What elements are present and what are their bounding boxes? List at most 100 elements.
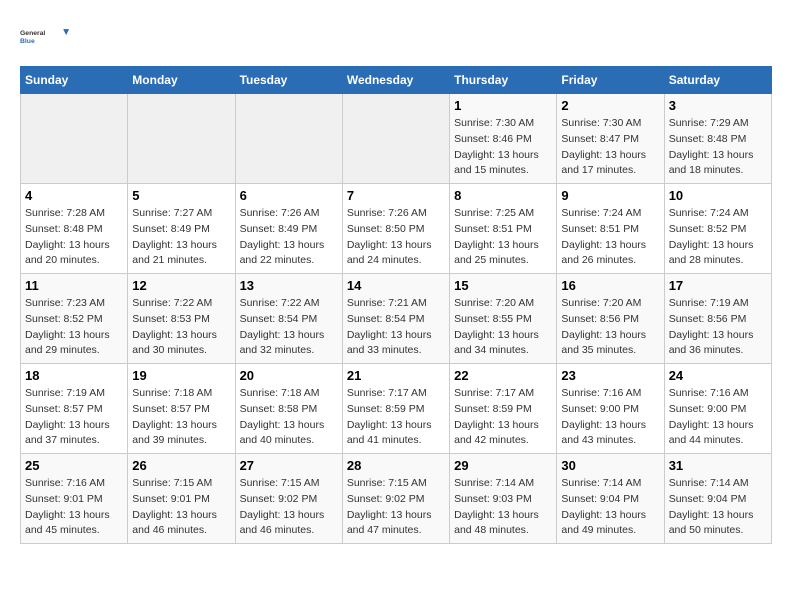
day-number: 26 <box>132 458 230 473</box>
calendar-cell: 25 Sunrise: 7:16 AMSunset: 9:01 PMDayligh… <box>21 454 128 544</box>
day-number: 8 <box>454 188 552 203</box>
day-number: 31 <box>669 458 767 473</box>
day-number: 19 <box>132 368 230 383</box>
day-info: Sunrise: 7:18 AMSunset: 8:58 PMDaylight:… <box>240 386 338 449</box>
day-info: Sunrise: 7:23 AMSunset: 8:52 PMDaylight:… <box>25 296 123 359</box>
day-number: 18 <box>25 368 123 383</box>
weekday-header: Sunday <box>21 67 128 94</box>
calendar-cell: 8 Sunrise: 7:25 AMSunset: 8:51 PMDaylight… <box>450 184 557 274</box>
calendar-cell: 5Sunrise: 7:27 AMSunset: 8:49 PMDaylight… <box>128 184 235 274</box>
day-number: 20 <box>240 368 338 383</box>
day-info: Sunrise: 7:16 AMSunset: 9:00 PMDaylight:… <box>669 386 767 449</box>
day-number: 9 <box>561 188 659 203</box>
calendar-cell: 28 Sunrise: 7:15 AMSunset: 9:02 PMDayligh… <box>342 454 449 544</box>
day-number: 27 <box>240 458 338 473</box>
calendar-cell: 10 Sunrise: 7:24 AMSunset: 8:52 PMDayligh… <box>664 184 771 274</box>
calendar-cell <box>128 94 235 184</box>
day-number: 23 <box>561 368 659 383</box>
calendar-cell: 3 Sunrise: 7:29 AMSunset: 8:48 PMDaylight… <box>664 94 771 184</box>
day-info: Sunrise: 7:29 AMSunset: 8:48 PMDaylight:… <box>669 116 767 179</box>
calendar-cell: 24Sunrise: 7:16 AMSunset: 9:00 PMDayligh… <box>664 364 771 454</box>
day-info: Sunrise: 7:14 AMSunset: 9:04 PMDaylight:… <box>561 476 659 539</box>
calendar-cell: 27 Sunrise: 7:15 AMSunset: 9:02 PMDayligh… <box>235 454 342 544</box>
calendar-week-row: 4 Sunrise: 7:28 AMSunset: 8:48 PMDaylight… <box>21 184 772 274</box>
calendar-cell: 31Sunrise: 7:14 AMSunset: 9:04 PMDayligh… <box>664 454 771 544</box>
day-number: 25 <box>25 458 123 473</box>
weekday-header: Friday <box>557 67 664 94</box>
day-info: Sunrise: 7:16 AMSunset: 9:00 PMDaylight:… <box>561 386 659 449</box>
calendar-cell: 19 Sunrise: 7:18 AMSunset: 8:57 PMDayligh… <box>128 364 235 454</box>
day-info: Sunrise: 7:20 AMSunset: 8:56 PMDaylight:… <box>561 296 659 359</box>
svg-text:General: General <box>20 30 45 37</box>
day-number: 29 <box>454 458 552 473</box>
day-number: 7 <box>347 188 445 203</box>
day-number: 13 <box>240 278 338 293</box>
calendar-cell: 7Sunrise: 7:26 AMSunset: 8:50 PMDaylight… <box>342 184 449 274</box>
calendar-cell: 11 Sunrise: 7:23 AMSunset: 8:52 PMDayligh… <box>21 274 128 364</box>
calendar-cell: 9 Sunrise: 7:24 AMSunset: 8:51 PMDaylight… <box>557 184 664 274</box>
day-info: Sunrise: 7:25 AMSunset: 8:51 PMDaylight:… <box>454 206 552 269</box>
calendar-cell: 2Sunrise: 7:30 AMSunset: 8:47 PMDaylight… <box>557 94 664 184</box>
calendar-cell: 6 Sunrise: 7:26 AMSunset: 8:49 PMDaylight… <box>235 184 342 274</box>
day-number: 15 <box>454 278 552 293</box>
calendar-cell <box>21 94 128 184</box>
calendar-cell: 4 Sunrise: 7:28 AMSunset: 8:48 PMDaylight… <box>21 184 128 274</box>
day-number: 30 <box>561 458 659 473</box>
day-info: Sunrise: 7:15 AMSunset: 9:02 PMDaylight:… <box>347 476 445 539</box>
day-info: Sunrise: 7:21 AMSunset: 8:54 PMDaylight:… <box>347 296 445 359</box>
calendar-cell: 23 Sunrise: 7:16 AMSunset: 9:00 PMDayligh… <box>557 364 664 454</box>
calendar-cell: 16 Sunrise: 7:20 AMSunset: 8:56 PMDayligh… <box>557 274 664 364</box>
calendar-cell: 30 Sunrise: 7:14 AMSunset: 9:04 PMDayligh… <box>557 454 664 544</box>
weekday-header: Tuesday <box>235 67 342 94</box>
calendar-cell <box>342 94 449 184</box>
day-info: Sunrise: 7:16 AMSunset: 9:01 PMDaylight:… <box>25 476 123 539</box>
calendar-cell: 12 Sunrise: 7:22 AMSunset: 8:53 PMDayligh… <box>128 274 235 364</box>
day-info: Sunrise: 7:24 AMSunset: 8:51 PMDaylight:… <box>561 206 659 269</box>
day-number: 4 <box>25 188 123 203</box>
day-number: 21 <box>347 368 445 383</box>
calendar-week-row: 1 Sunrise: 7:30 AMSunset: 8:46 PMDaylight… <box>21 94 772 184</box>
day-info: Sunrise: 7:18 AMSunset: 8:57 PMDaylight:… <box>132 386 230 449</box>
weekday-header: Thursday <box>450 67 557 94</box>
day-number: 6 <box>240 188 338 203</box>
day-info: Sunrise: 7:30 AMSunset: 8:46 PMDaylight:… <box>454 116 552 179</box>
day-info: Sunrise: 7:28 AMSunset: 8:48 PMDaylight:… <box>25 206 123 269</box>
day-number: 22 <box>454 368 552 383</box>
calendar-cell: 22Sunrise: 7:17 AMSunset: 8:59 PMDayligh… <box>450 364 557 454</box>
calendar-cell <box>235 94 342 184</box>
day-number: 12 <box>132 278 230 293</box>
calendar-cell: 26 Sunrise: 7:15 AMSunset: 9:01 PMDayligh… <box>128 454 235 544</box>
day-number: 16 <box>561 278 659 293</box>
day-info: Sunrise: 7:19 AMSunset: 8:57 PMDaylight:… <box>25 386 123 449</box>
day-number: 1 <box>454 98 552 113</box>
weekday-header: Wednesday <box>342 67 449 94</box>
day-info: Sunrise: 7:15 AMSunset: 9:02 PMDaylight:… <box>240 476 338 539</box>
calendar-cell: 1 Sunrise: 7:30 AMSunset: 8:46 PMDaylight… <box>450 94 557 184</box>
calendar-cell: 20 Sunrise: 7:18 AMSunset: 8:58 PMDayligh… <box>235 364 342 454</box>
day-info: Sunrise: 7:24 AMSunset: 8:52 PMDaylight:… <box>669 206 767 269</box>
day-info: Sunrise: 7:15 AMSunset: 9:01 PMDaylight:… <box>132 476 230 539</box>
day-number: 11 <box>25 278 123 293</box>
calendar-cell: 29Sunrise: 7:14 AMSunset: 9:03 PMDayligh… <box>450 454 557 544</box>
calendar-cell: 14 Sunrise: 7:21 AMSunset: 8:54 PMDayligh… <box>342 274 449 364</box>
day-number: 14 <box>347 278 445 293</box>
day-info: Sunrise: 7:22 AMSunset: 8:53 PMDaylight:… <box>132 296 230 359</box>
day-number: 3 <box>669 98 767 113</box>
calendar-week-row: 18 Sunrise: 7:19 AMSunset: 8:57 PMDayligh… <box>21 364 772 454</box>
day-info: Sunrise: 7:20 AMSunset: 8:55 PMDaylight:… <box>454 296 552 359</box>
calendar-cell: 21Sunrise: 7:17 AMSunset: 8:59 PMDayligh… <box>342 364 449 454</box>
calendar-table: SundayMondayTuesdayWednesdayThursdayFrid… <box>20 66 772 544</box>
svg-text:Blue: Blue <box>20 38 35 45</box>
day-number: 28 <box>347 458 445 473</box>
logo: General Blue <box>20 16 70 56</box>
logo-svg: General Blue <box>20 16 70 56</box>
day-info: Sunrise: 7:26 AMSunset: 8:49 PMDaylight:… <box>240 206 338 269</box>
day-info: Sunrise: 7:19 AMSunset: 8:56 PMDaylight:… <box>669 296 767 359</box>
day-info: Sunrise: 7:30 AMSunset: 8:47 PMDaylight:… <box>561 116 659 179</box>
weekday-header: Saturday <box>664 67 771 94</box>
day-number: 17 <box>669 278 767 293</box>
weekday-header: Monday <box>128 67 235 94</box>
calendar-cell: 15 Sunrise: 7:20 AMSunset: 8:55 PMDayligh… <box>450 274 557 364</box>
day-number: 10 <box>669 188 767 203</box>
page-header: General Blue <box>20 16 772 56</box>
